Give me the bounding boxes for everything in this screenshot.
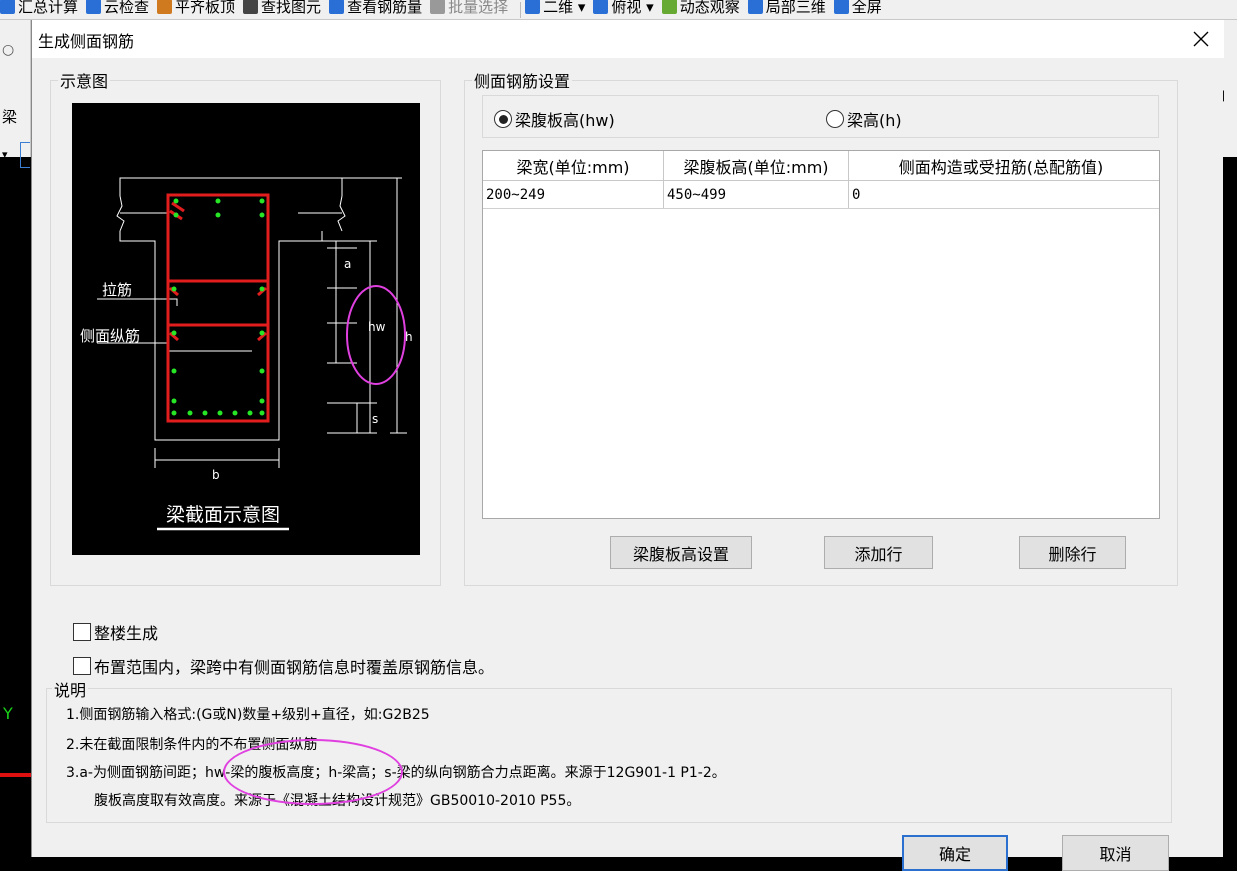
dim-hw-label: hw: [368, 320, 386, 334]
toolbar-button[interactable]: 汇总计算: [0, 0, 78, 17]
checkbox-icon: [73, 623, 91, 641]
cancel-button[interactable]: 取消: [1062, 835, 1169, 871]
toolbar-button-label: 全屏: [851, 0, 882, 16]
column-header[interactable]: 梁腹板高(单位:mm): [664, 151, 849, 180]
calculator-icon: [0, 0, 15, 14]
radio-beam-height-label: 梁高(h): [847, 111, 902, 130]
batch-select-icon: [430, 0, 446, 14]
cloud-check-icon: [86, 0, 102, 14]
delete-row-button[interactable]: 删除行: [1019, 536, 1126, 569]
dropdown-arrow-icon[interactable]: ▾: [2, 148, 8, 161]
notes-title: 说明: [52, 677, 89, 701]
checkbox-icon: [73, 657, 91, 675]
web-height-settings-button[interactable]: 梁腹板高设置: [610, 536, 752, 569]
note-line: 1.侧面钢筋输入格式:(G或N)数量+级别+直径，如:G2B25: [66, 707, 430, 723]
add-row-button[interactable]: 添加行: [824, 536, 933, 569]
axis-y-label: Y: [3, 704, 13, 723]
dim-h-label: h: [405, 330, 413, 344]
align-slab-icon: [157, 0, 173, 14]
diagram-caption: 梁截面示意图: [166, 504, 280, 526]
toolbar-button[interactable]: 二维 ▾: [525, 0, 585, 17]
expand-icon[interactable]: ○: [2, 42, 14, 58]
find-icon: [243, 0, 259, 14]
2d-view-icon: [525, 0, 541, 14]
override-checkbox[interactable]: 布置范围内，梁跨中有侧面钢筋信息时覆盖原钢筋信息。: [73, 654, 494, 678]
toolbar-button-label: 二维 ▾: [543, 0, 586, 16]
toolbar-button[interactable]: 云检查: [86, 0, 149, 17]
rebar-quantity-icon: [329, 0, 345, 14]
toolbar-button-label: 查找图元: [261, 0, 322, 16]
dim-s-label: s: [372, 412, 378, 426]
dialog-titlebar[interactable]: 生成侧面钢筋: [32, 20, 1224, 58]
whole-building-label: 整楼生成: [94, 624, 159, 643]
toolbar-separator: [520, 1, 522, 18]
settings-group-title: 侧面钢筋设置: [472, 68, 573, 92]
note-line: 3.a-为侧面钢筋间距；hw-梁的腹板高度；h-梁高；s-梁的纵向钢筋合力点距离…: [66, 765, 726, 781]
diagram-group-title: 示意图: [58, 68, 111, 92]
fullscreen-icon: [833, 0, 849, 14]
side-rebar-table[interactable]: 梁宽(单位:mm) 梁腹板高(单位:mm) 侧面构造或受扭筋(总配筋值) 200…: [482, 150, 1160, 519]
toolbar-button[interactable]: 查找图元: [243, 0, 321, 17]
height-mode-radio-group: 梁腹板高(hw) 梁高(h): [482, 95, 1159, 138]
table-row[interactable]: 200~249 450~499 0: [483, 181, 1159, 209]
toolbar-button-label: 汇总计算: [18, 0, 79, 16]
highlight-ellipse: [346, 285, 406, 385]
toolbar-button-label: 查看钢筋量: [347, 0, 423, 16]
ok-button[interactable]: 确定: [902, 835, 1008, 871]
toolbar-button-label: 云检查: [104, 0, 150, 16]
tie-bar-label: 拉筋: [102, 281, 132, 299]
toolbar-button-label: 平齐板顶: [175, 0, 236, 16]
cell-side-rebar[interactable]: 0: [849, 181, 1153, 208]
cell-beam-width[interactable]: 200~249: [483, 181, 664, 208]
beam-section-drawing: 拉筋 侧面纵筋 a hw h s b 梁截面示意图: [80, 177, 413, 531]
toolbar-button-label: 动态观察: [679, 0, 740, 16]
toolbar-button[interactable]: 局部三维: [747, 0, 826, 17]
toolbar-button[interactable]: 查看钢筋量: [329, 0, 422, 17]
toolbar-button[interactable]: 动态观察: [661, 0, 740, 17]
toolbar-button-label: 批量选择: [448, 0, 509, 16]
radio-selected-icon: [494, 110, 512, 128]
radio-unselected-icon: [826, 110, 844, 128]
table-header: 梁宽(单位:mm) 梁腹板高(单位:mm) 侧面构造或受扭筋(总配筋值): [483, 151, 1159, 181]
left-strip-item[interactable]: 梁: [2, 106, 17, 127]
override-label: 布置范围内，梁跨中有侧面钢筋信息时覆盖原钢筋信息。: [94, 658, 495, 677]
orbit-icon: [661, 0, 677, 14]
toolbar-button-label: 局部三维: [765, 0, 826, 16]
toolbar-button[interactable]: 俯视 ▾: [593, 0, 654, 17]
dim-b-label: b: [212, 468, 220, 482]
dim-a-label: a: [344, 257, 351, 271]
beam-section-diagram: 拉筋 侧面纵筋 a hw h s b 梁截面示意图: [72, 103, 420, 555]
whole-building-checkbox[interactable]: 整楼生成: [73, 620, 158, 644]
cell-web-height[interactable]: 450~499: [664, 181, 849, 208]
note-line: 腹板高度取有效高度。来源于《混凝土结构设计规范》GB50010-2010 P55…: [94, 793, 581, 809]
toolbar-button[interactable]: 全屏: [833, 0, 882, 17]
column-header[interactable]: 侧面构造或受扭筋(总配筋值): [849, 151, 1153, 180]
toolbar-button[interactable]: 批量选择: [430, 0, 508, 17]
left-panel-strip: ○ 梁 ▾: [0, 20, 31, 168]
column-header[interactable]: 梁宽(单位:mm): [483, 151, 664, 180]
dialog-title: 生成侧面钢筋: [38, 32, 135, 51]
radio-beam-height[interactable]: 梁高(h): [826, 107, 902, 131]
main-toolbar: 汇总计算 云检查 平齐板顶 查找图元 查看钢筋量 批量选择 二维 ▾ 俯视 ▾ 动态观察 局部三维…: [0, 0, 1237, 20]
toolbar-button-label: 俯视 ▾: [611, 0, 654, 16]
radio-web-height[interactable]: 梁腹板高(hw): [494, 107, 615, 131]
side-bar-label: 侧面纵筋: [80, 327, 140, 345]
close-button[interactable]: [1178, 20, 1224, 58]
close-icon: [1193, 31, 1209, 47]
top-view-icon: [593, 0, 609, 14]
radio-web-height-label: 梁腹板高(hw): [515, 111, 615, 130]
local-3d-icon: [747, 0, 763, 14]
toolbar-button[interactable]: 平齐板顶: [157, 0, 235, 17]
generate-side-rebar-dialog: 生成侧面钢筋 示意图 拉筋 侧面纵筋 a hw h s b 梁截面示意图 侧面钢…: [31, 20, 1224, 871]
axis-x-line: [0, 773, 31, 777]
note-line: 2.未在截面限制条件内的不布置侧面纵筋: [66, 737, 318, 753]
left-strip-selector[interactable]: [20, 142, 30, 168]
